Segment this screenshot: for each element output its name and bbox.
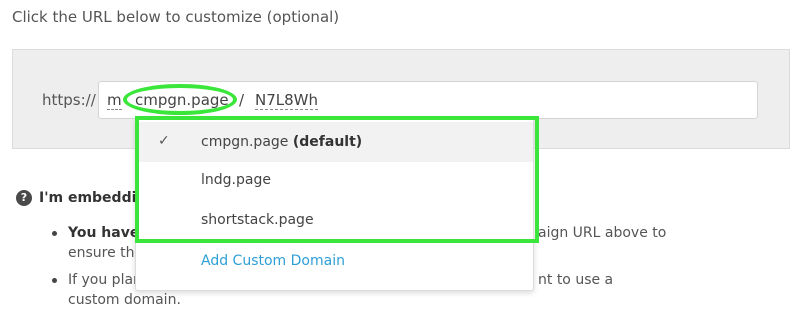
url-input[interactable]: m cmpgn.page / N7L8Wh: [98, 81, 758, 119]
domain-dropdown: ✓ cmpgn.page (default) lndg.page shortst…: [135, 117, 534, 291]
check-icon: ✓: [158, 133, 170, 149]
bullet-2-lead: If you plan: [68, 272, 142, 288]
bullet-dot-icon: [52, 278, 57, 283]
faq-title[interactable]: I'm embeddin: [39, 190, 146, 206]
domain-option-label: cmpgn.page (default): [201, 134, 362, 150]
bullet-dot-icon: [52, 231, 57, 236]
bullet-2-continuation: custom domain.: [68, 292, 181, 308]
url-prefix: https://: [42, 91, 96, 109]
domain-option-label: lndg.page: [201, 172, 271, 188]
bullet-2-tail: nt to use a: [538, 272, 614, 288]
instruction-text: Click the URL below to customize (option…: [12, 8, 340, 26]
url-slug[interactable]: N7L8Wh: [255, 91, 319, 110]
bullet-1-continuation: ensure tha: [68, 245, 144, 261]
domain-option-name: cmpgn.page: [201, 134, 289, 150]
add-custom-domain-link[interactable]: Add Custom Domain: [201, 253, 345, 269]
url-domain[interactable]: cmpgn.page: [135, 91, 229, 109]
default-badge: (default): [292, 134, 363, 150]
domain-option-label: shortstack.page: [201, 212, 314, 228]
url-separator: /: [239, 91, 245, 109]
domain-option-shortstack[interactable]: shortstack.page: [136, 200, 533, 240]
domain-option-lndg[interactable]: lndg.page: [136, 160, 533, 200]
url-subdomain[interactable]: m: [107, 91, 122, 110]
domain-option-cmpgn[interactable]: ✓ cmpgn.page (default): [136, 122, 533, 162]
bullet-1-tail: aign URL above to: [538, 225, 667, 241]
question-icon: ?: [16, 190, 32, 206]
bullet-1-lead: You have: [68, 225, 140, 241]
